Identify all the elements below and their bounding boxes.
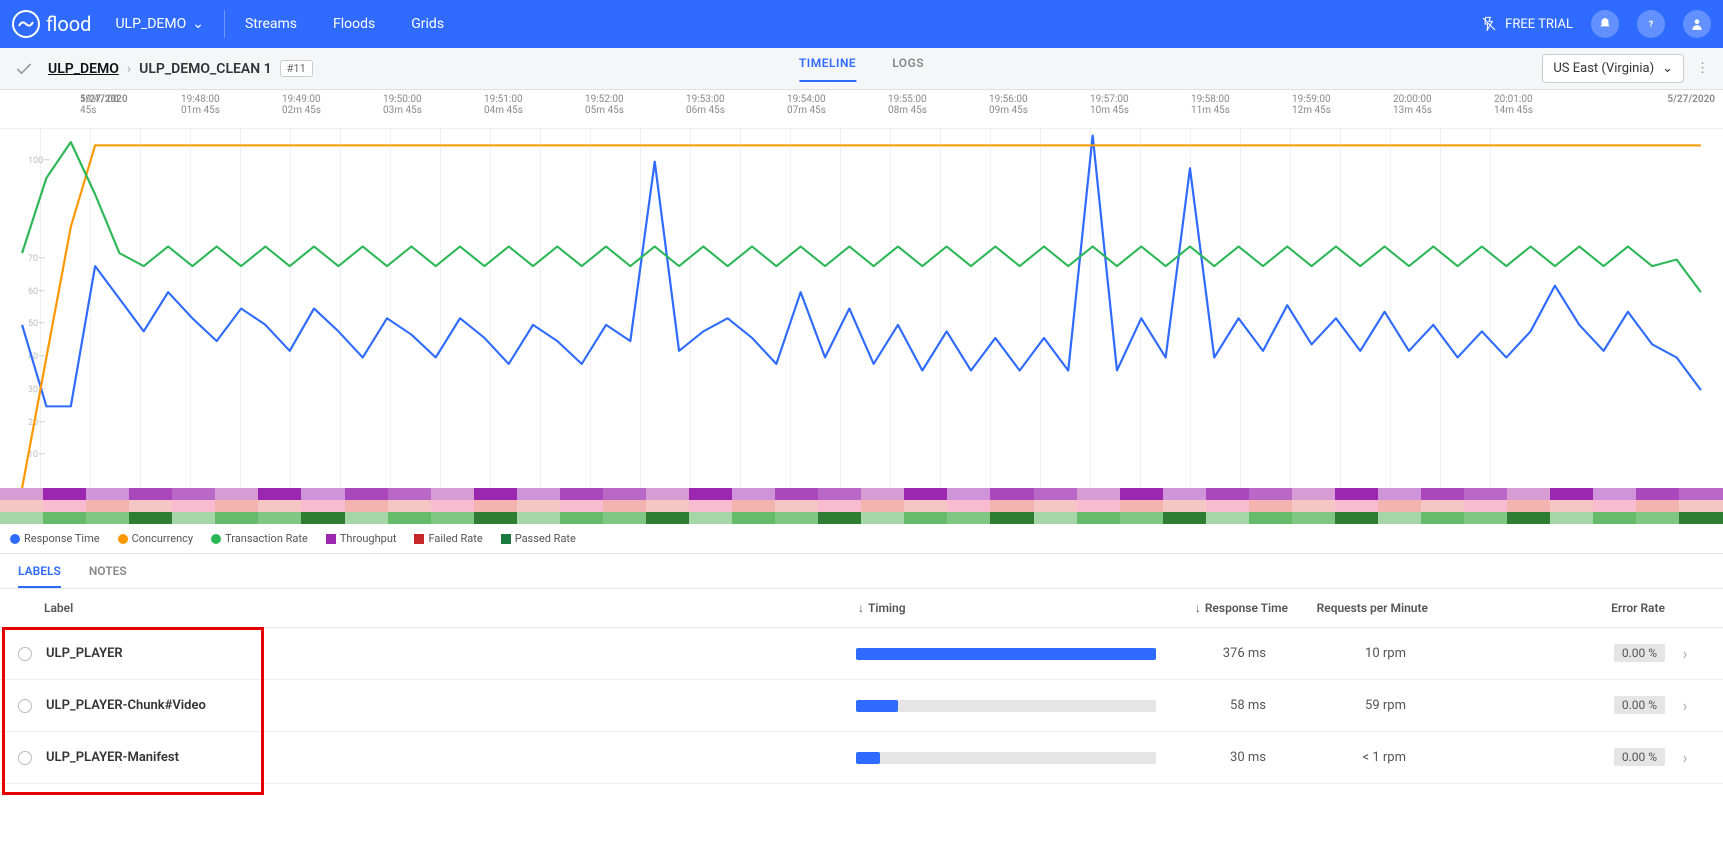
row-label: ULP_PLAYER-Manifest [46,750,856,765]
time-tick: 20:00:0013m 45s [1393,94,1493,116]
throughput-bar [0,488,1723,500]
row-response-time: 30 ms [1156,750,1266,765]
sort-desc-icon: ↓ [1195,601,1201,615]
project-dropdown[interactable]: ULP_DEMO ⌄ [115,16,204,32]
time-tick: 19:54:0007m 45s [787,94,887,116]
header-error-rate[interactable]: Error Rate [1565,601,1665,615]
region-value: US East (Virginia) [1553,61,1654,76]
header-timing[interactable]: ↓ Timing [858,601,1178,615]
tab-logs[interactable]: LOGS [892,56,924,82]
header-response-time[interactable]: ↓ Response Time [1178,601,1288,615]
trial-text: FREE TRIAL [1505,17,1573,32]
legend-item[interactable]: Throughput [326,532,397,545]
more-menu-icon[interactable]: ⋮ [1696,61,1709,76]
labels-table: Label ↓ Timing ↓ Response Time Requests … [0,589,1723,784]
row-label: ULP_PLAYER-Chunk#Video [46,698,856,713]
time-tick: 19:48:0001m 45s [181,94,281,116]
tab-labels[interactable]: LABELS [18,564,61,588]
time-tick: 19:57:0010m 45s [1090,94,1190,116]
axis-end-date: 5/27/2020 [1655,94,1715,105]
time-tick: 19:53:0006m 45s [686,94,786,116]
notifications-icon[interactable] [1591,10,1619,38]
row-rpm: 10 rpm [1266,646,1406,661]
bolt-off-icon [1481,16,1497,32]
time-tick: 19:47:0045s [80,94,180,116]
tab-timeline[interactable]: TIMELINE [799,56,856,82]
chevron-right-icon[interactable]: › [1665,696,1705,715]
row-response-time: 376 ms [1156,646,1266,661]
run-badge: #11 [280,60,313,77]
header-rpm[interactable]: Requests per Minute [1288,601,1428,615]
passed-bar [0,512,1723,524]
breadcrumb: ULP_DEMO › ULP_DEMO_CLEAN 1 #11 [48,60,313,77]
legend-item[interactable]: Failed Rate [414,532,482,545]
time-tick: 19:55:0008m 45s [888,94,988,116]
row-radio[interactable] [18,751,32,765]
timing-bar [856,700,1156,712]
row-rpm: 59 rpm [1266,698,1406,713]
nav-grids[interactable]: Grids [411,16,444,32]
timing-bar [856,648,1156,660]
breadcrumb-current: ULP_DEMO_CLEAN 1 [139,61,272,77]
table-row[interactable]: ULP_PLAYER-Manifest 30 ms< 1 rpm 0.00 %› [0,732,1723,784]
timeline-chart[interactable]: 10—20—30—40—50—60—70—100— [0,128,1723,488]
time-tick: 19:58:0011m 45s [1191,94,1291,116]
chart-area: 5/27/2020 5/27/2020 19:47:0045s19:48:000… [0,90,1723,554]
nav-links: Streams Floods Grids [245,16,444,32]
nav-floods[interactable]: Floods [333,16,375,32]
check-icon [14,59,34,79]
timing-bar [856,752,1156,764]
chevron-right-icon[interactable]: › [1665,644,1705,663]
time-tick: 19:52:0005m 45s [585,94,685,116]
row-rpm: < 1 rpm [1266,750,1406,765]
sort-desc-icon: ↓ [858,601,864,615]
breadcrumb-separator: › [127,61,131,77]
chevron-right-icon[interactable]: › [1665,748,1705,767]
view-tabs: TIMELINE LOGS [799,56,924,82]
row-response-time: 58 ms [1156,698,1266,713]
time-tick: 19:51:0004m 45s [484,94,584,116]
region-dropdown[interactable]: US East (Virginia) ⌄ [1542,54,1684,83]
legend-item[interactable]: Transaction Rate [211,532,308,545]
tab-notes[interactable]: NOTES [89,564,127,588]
brand-text: flood [46,12,91,36]
row-label: ULP_PLAYER [46,646,856,661]
chevron-down-icon: ⌄ [192,16,204,32]
time-tick: 19:49:0002m 45s [282,94,382,116]
table-header: Label ↓ Timing ↓ Response Time Requests … [0,589,1723,628]
row-radio[interactable] [18,647,32,661]
brand-icon [12,10,40,38]
time-tick: 19:56:0009m 45s [989,94,1089,116]
breadcrumb-root[interactable]: ULP_DEMO [48,61,119,77]
nav-streams[interactable]: Streams [245,16,297,32]
row-error-rate: 0.00 % [1565,698,1665,713]
legend-item[interactable]: Response Time [10,532,100,545]
time-tick: 20:01:0014m 45s [1494,94,1594,116]
row-radio[interactable] [18,699,32,713]
chevron-down-icon: ⌄ [1662,61,1673,76]
time-axis: 5/27/2020 5/27/2020 19:47:0045s19:48:000… [0,90,1723,128]
brand-logo[interactable]: flood [12,10,91,38]
legend-item[interactable]: Passed Rate [501,532,576,545]
time-tick: 19:59:0012m 45s [1292,94,1392,116]
subheader: ULP_DEMO › ULP_DEMO_CLEAN 1 #11 TIMELINE… [0,48,1723,90]
metric-bars [0,488,1723,524]
top-nav: flood ULP_DEMO ⌄ Streams Floods Grids FR… [0,0,1723,48]
chart-legend: Response Time Concurrency Transaction Rate… [0,524,1723,554]
time-tick: 19:50:0003m 45s [383,94,483,116]
project-name: ULP_DEMO [115,16,186,32]
svg-text:?: ? [1649,19,1654,30]
row-error-rate: 0.00 % [1565,750,1665,765]
header-label[interactable]: Label [18,601,858,615]
nav-separator [224,10,225,38]
table-row[interactable]: ULP_PLAYER-Chunk#Video 58 ms59 rpm 0.00 %› [0,680,1723,732]
table-row[interactable]: ULP_PLAYER 376 ms10 rpm 0.00 %› [0,628,1723,680]
help-icon[interactable]: ? [1637,10,1665,38]
free-trial-button[interactable]: FREE TRIAL [1481,16,1573,32]
failed-passed-bar [0,500,1723,512]
row-error-rate: 0.00 % [1565,646,1665,661]
data-tabs: LABELS NOTES [0,554,1723,589]
account-icon[interactable] [1683,10,1711,38]
legend-item[interactable]: Concurrency [118,532,194,545]
